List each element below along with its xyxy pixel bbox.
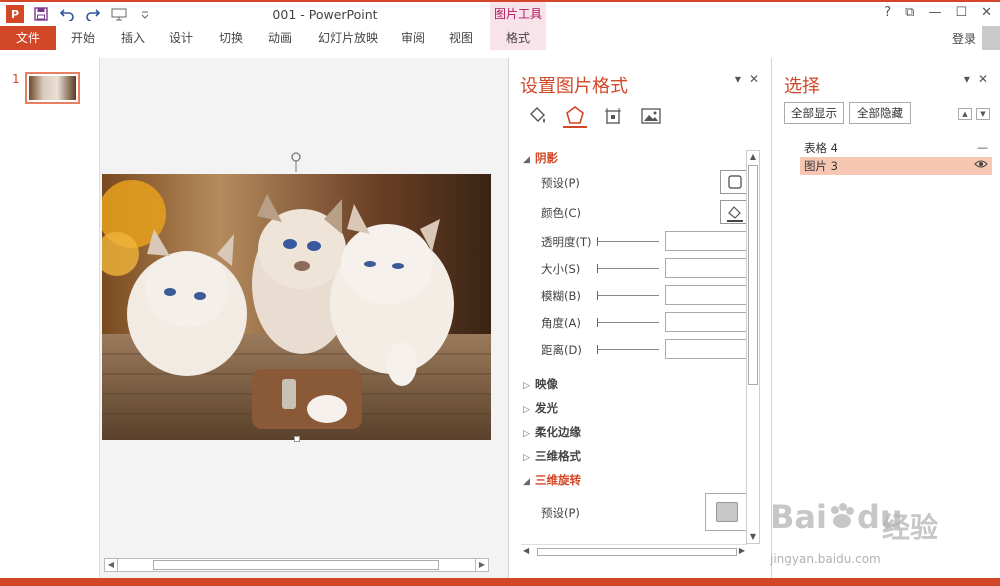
- bring-forward-icon[interactable]: ▲: [958, 108, 972, 120]
- size-properties-icon[interactable]: [601, 104, 625, 128]
- thumbnail-image: [29, 76, 76, 100]
- section-3d-format[interactable]: ▷ 三维格式: [523, 448, 581, 464]
- blur-input[interactable]: [665, 285, 747, 305]
- slide-thumbnail-pane: 1: [0, 58, 100, 578]
- selection-item-label: 表格 4: [804, 141, 838, 155]
- watermark-url: jingyan.baidu.com: [770, 552, 881, 566]
- window-controls: ? ⧉ — ☐ ✕: [884, 5, 992, 20]
- tab-review[interactable]: 审阅: [392, 26, 434, 50]
- maximize-icon[interactable]: ☐: [955, 5, 967, 20]
- tab-home[interactable]: 开始: [62, 26, 104, 50]
- section-glow[interactable]: ▷ 发光: [523, 400, 558, 416]
- window-title: 001 - PowerPoint: [272, 7, 378, 22]
- angle-input[interactable]: [665, 312, 747, 332]
- distance-slider[interactable]: [597, 345, 659, 354]
- format-category-icons: [525, 104, 663, 128]
- selection-pane-controls: ▾ ✕: [964, 72, 988, 86]
- ribbon-display-options-icon[interactable]: ⧉: [905, 5, 914, 20]
- picture-tools-label: 图片工具: [490, 2, 546, 26]
- format-pane-body: ◢ 阴影 预设(P) 颜色(C) 透明度(T) 大小(S) 模糊(B) 角度(A)…: [509, 144, 747, 544]
- title-bar: P 001 - PowerPoint 图片工具 ? ⧉ — ☐ ✕: [0, 0, 1000, 26]
- transparency-input[interactable]: [665, 231, 747, 251]
- angle-slider[interactable]: [597, 318, 659, 327]
- pane-close-icon[interactable]: ✕: [978, 72, 988, 86]
- section-shadow[interactable]: ◢ 阴影: [523, 150, 558, 166]
- selection-item-label: 图片 3: [804, 159, 838, 173]
- distance-label: 距离(D): [541, 343, 582, 357]
- size-input[interactable]: [665, 258, 747, 278]
- effects-icon[interactable]: [563, 104, 587, 128]
- picture-icon[interactable]: [639, 104, 663, 128]
- rotation-preset-label: 预设(P): [541, 506, 580, 520]
- visibility-icon[interactable]: —: [977, 139, 988, 157]
- status-bar: [0, 578, 1000, 586]
- transparency-label: 透明度(T): [541, 235, 592, 249]
- eye-icon[interactable]: [974, 157, 988, 175]
- horizontal-scrollbar[interactable]: ◀ ▶: [104, 558, 489, 572]
- selection-pane-title: 选择: [784, 76, 820, 97]
- shadow-preset-dropdown[interactable]: [720, 170, 747, 194]
- distance-input[interactable]: [665, 339, 747, 359]
- selection-item-table[interactable]: 表格 4 —: [800, 139, 992, 157]
- blur-label: 模糊(B): [541, 289, 581, 303]
- fill-line-icon[interactable]: [525, 104, 549, 128]
- resize-handle-bottom[interactable]: [294, 436, 300, 442]
- shadow-preset-label: 预设(P): [541, 176, 580, 190]
- format-picture-pane: 设置图片格式 ▾ ✕ ◢阴影 预设(P) 颜色(C) 透明度(T) 大小(S): [508, 58, 772, 578]
- show-all-button[interactable]: 全部显示: [784, 102, 844, 124]
- tab-design[interactable]: 设计: [160, 26, 202, 50]
- section-3d-rotation[interactable]: ◢ 三维旋转: [523, 472, 581, 488]
- scroll-down-icon[interactable]: ▼: [747, 531, 759, 543]
- format-pane-horizontal-scrollbar[interactable]: ◀ ▶: [521, 544, 747, 558]
- tab-transitions[interactable]: 切换: [210, 26, 252, 50]
- slide-number: 1: [12, 72, 20, 86]
- section-reflection[interactable]: ▷ 映像: [523, 376, 558, 392]
- slide-editing-area: ◀ ▶: [100, 58, 508, 578]
- angle-label: 角度(A): [541, 316, 581, 330]
- blur-slider[interactable]: [597, 291, 659, 300]
- close-icon[interactable]: ✕: [981, 5, 992, 20]
- size-slider[interactable]: [597, 264, 659, 273]
- tab-animations[interactable]: 动画: [258, 26, 302, 50]
- tab-file[interactable]: 文件: [0, 26, 56, 50]
- avatar[interactable]: [982, 26, 1000, 50]
- scroll-right-icon[interactable]: ▶: [739, 546, 745, 555]
- section-soft-edges[interactable]: ▷ 柔化边缘: [523, 424, 581, 440]
- pane-close-icon[interactable]: ✕: [749, 72, 759, 86]
- format-pane-title: 设置图片格式: [520, 76, 628, 97]
- minimize-icon[interactable]: —: [928, 5, 941, 20]
- watermark-cn: 经验: [882, 511, 939, 544]
- hide-all-button[interactable]: 全部隐藏: [849, 102, 911, 124]
- scroll-left-icon[interactable]: ◀: [523, 546, 529, 555]
- send-backward-icon[interactable]: ▼: [976, 108, 990, 120]
- tab-view[interactable]: 视图: [440, 26, 482, 50]
- slide-thumbnail[interactable]: [25, 72, 80, 104]
- baidu-watermark: Bai du 经验 jingyan.baidu.com: [770, 478, 1000, 578]
- shadow-color-label: 颜色(C): [541, 206, 582, 220]
- transparency-slider[interactable]: [597, 237, 659, 246]
- size-label: 大小(S): [541, 262, 581, 276]
- scroll-up-icon[interactable]: ▲: [747, 151, 759, 163]
- format-pane-scroll-thumb[interactable]: [748, 165, 758, 385]
- rotation-preset-swatch: [716, 502, 738, 522]
- tab-insert[interactable]: 插入: [112, 26, 154, 50]
- kitten-picture[interactable]: [102, 174, 491, 440]
- help-icon[interactable]: ?: [884, 5, 891, 20]
- pane-options-icon[interactable]: ▾: [964, 72, 970, 86]
- tab-format[interactable]: 格式: [490, 26, 546, 50]
- sign-in-link[interactable]: 登录: [952, 30, 976, 47]
- rotation-preset-dropdown[interactable]: [705, 493, 747, 531]
- format-pane-hscroll-thumb[interactable]: [537, 548, 737, 556]
- pane-options-icon[interactable]: ▾: [735, 72, 741, 86]
- format-pane-vertical-scrollbar[interactable]: ▲ ▼: [746, 150, 760, 544]
- tab-slideshow[interactable]: 幻灯片放映: [312, 26, 384, 50]
- rotation-handle[interactable]: [290, 152, 302, 172]
- scroll-right-icon[interactable]: ▶: [475, 559, 488, 571]
- scroll-thumb[interactable]: [153, 560, 439, 570]
- format-pane-controls: ▾ ✕: [735, 72, 759, 86]
- scroll-left-icon[interactable]: ◀: [105, 559, 118, 571]
- ribbon-tabs: 文件 开始 插入 设计 切换 动画 幻灯片放映 审阅 视图 格式: [0, 26, 1000, 50]
- selection-item-picture[interactable]: 图片 3: [800, 157, 992, 175]
- shadow-color-picker[interactable]: [720, 200, 747, 224]
